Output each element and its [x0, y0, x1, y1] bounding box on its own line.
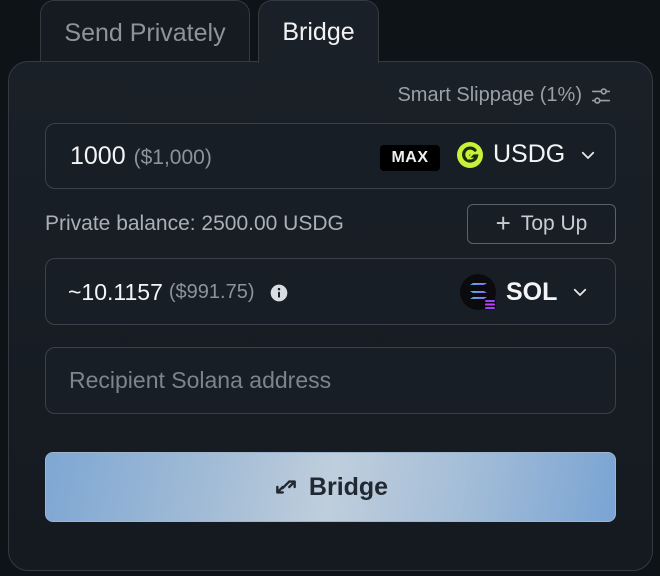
usdg-mark-icon	[462, 145, 479, 163]
info-icon[interactable]	[269, 283, 289, 303]
send-amount-value: 1000	[70, 142, 126, 170]
send-amount-field: 1000 ($1,000) MAX USDG	[45, 123, 616, 189]
max-label: MAX	[391, 149, 429, 166]
chevron-down-icon	[574, 288, 587, 296]
send-token-selector[interactable]: USDG	[457, 140, 597, 169]
bridge-button-label: Bridge	[308, 472, 389, 501]
receive-token-selector[interactable]: SOL	[460, 274, 589, 311]
slippage-label: Smart Slippage (1%)	[397, 84, 582, 106]
receive-amount-usd: ($991.75)	[168, 281, 255, 303]
usdg-logo-icon	[457, 141, 483, 168]
max-button[interactable]: MAX	[380, 145, 440, 171]
sliders-icon	[591, 87, 611, 104]
send-amount-input[interactable]: 1000 ($1,000)	[70, 142, 212, 171]
tab-bridge-label: Bridge	[282, 17, 355, 46]
chevron-down-icon	[582, 151, 595, 159]
recipient-address-input[interactable]	[46, 348, 615, 413]
top-up-label: Top Up	[520, 212, 588, 235]
tab-send-privately[interactable]: Send Privately	[40, 0, 250, 62]
plus-icon: +	[495, 207, 511, 238]
recipient-address-field	[45, 347, 616, 414]
receive-amount-field: ~10.1157 ($991.75) SOL	[45, 258, 616, 325]
send-token-name: USDG	[493, 140, 566, 168]
receive-amount-value: ~10.1157	[68, 279, 163, 305]
bridge-button[interactable]: Bridge	[45, 452, 616, 522]
swap-arrows-icon	[276, 480, 296, 494]
slippage-settings-button[interactable]: Smart Slippage (1%)	[397, 84, 612, 107]
receive-amount-display: ~10.1157 ($991.75)	[68, 279, 289, 306]
tab-bar: Send Privately Bridge	[40, 0, 379, 63]
private-balance-text: Private balance: 2500.00 USDG	[45, 212, 344, 235]
solana-mark-icon	[470, 283, 497, 311]
send-amount-usd: ($1,000)	[133, 146, 212, 169]
top-up-button[interactable]: + Top Up	[467, 204, 616, 244]
receive-token-name: SOL	[506, 277, 558, 306]
solana-logo-icon	[460, 274, 497, 311]
tab-bridge[interactable]: Bridge	[258, 0, 379, 63]
tab-send-privately-label: Send Privately	[64, 19, 226, 47]
